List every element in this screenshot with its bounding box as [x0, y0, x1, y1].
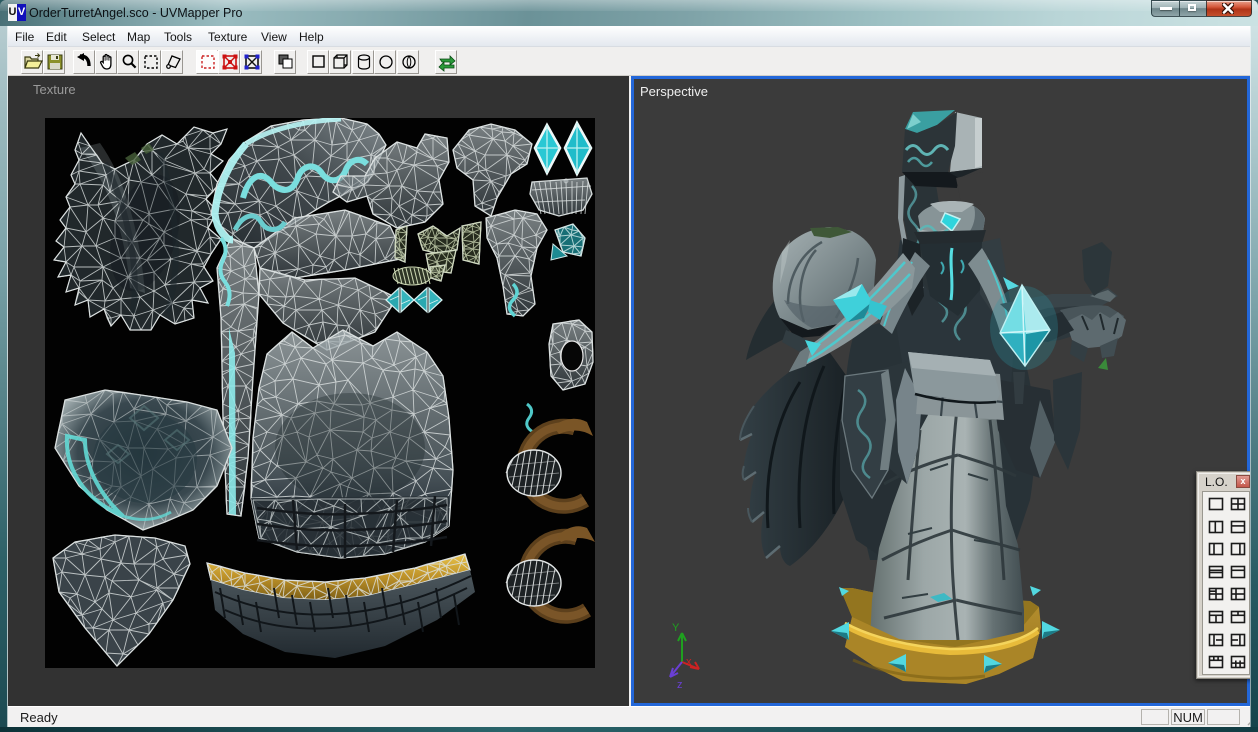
svg-text:Y: Y	[672, 622, 680, 634]
svg-text:z: z	[677, 679, 683, 691]
svg-text:x: x	[686, 656, 692, 668]
